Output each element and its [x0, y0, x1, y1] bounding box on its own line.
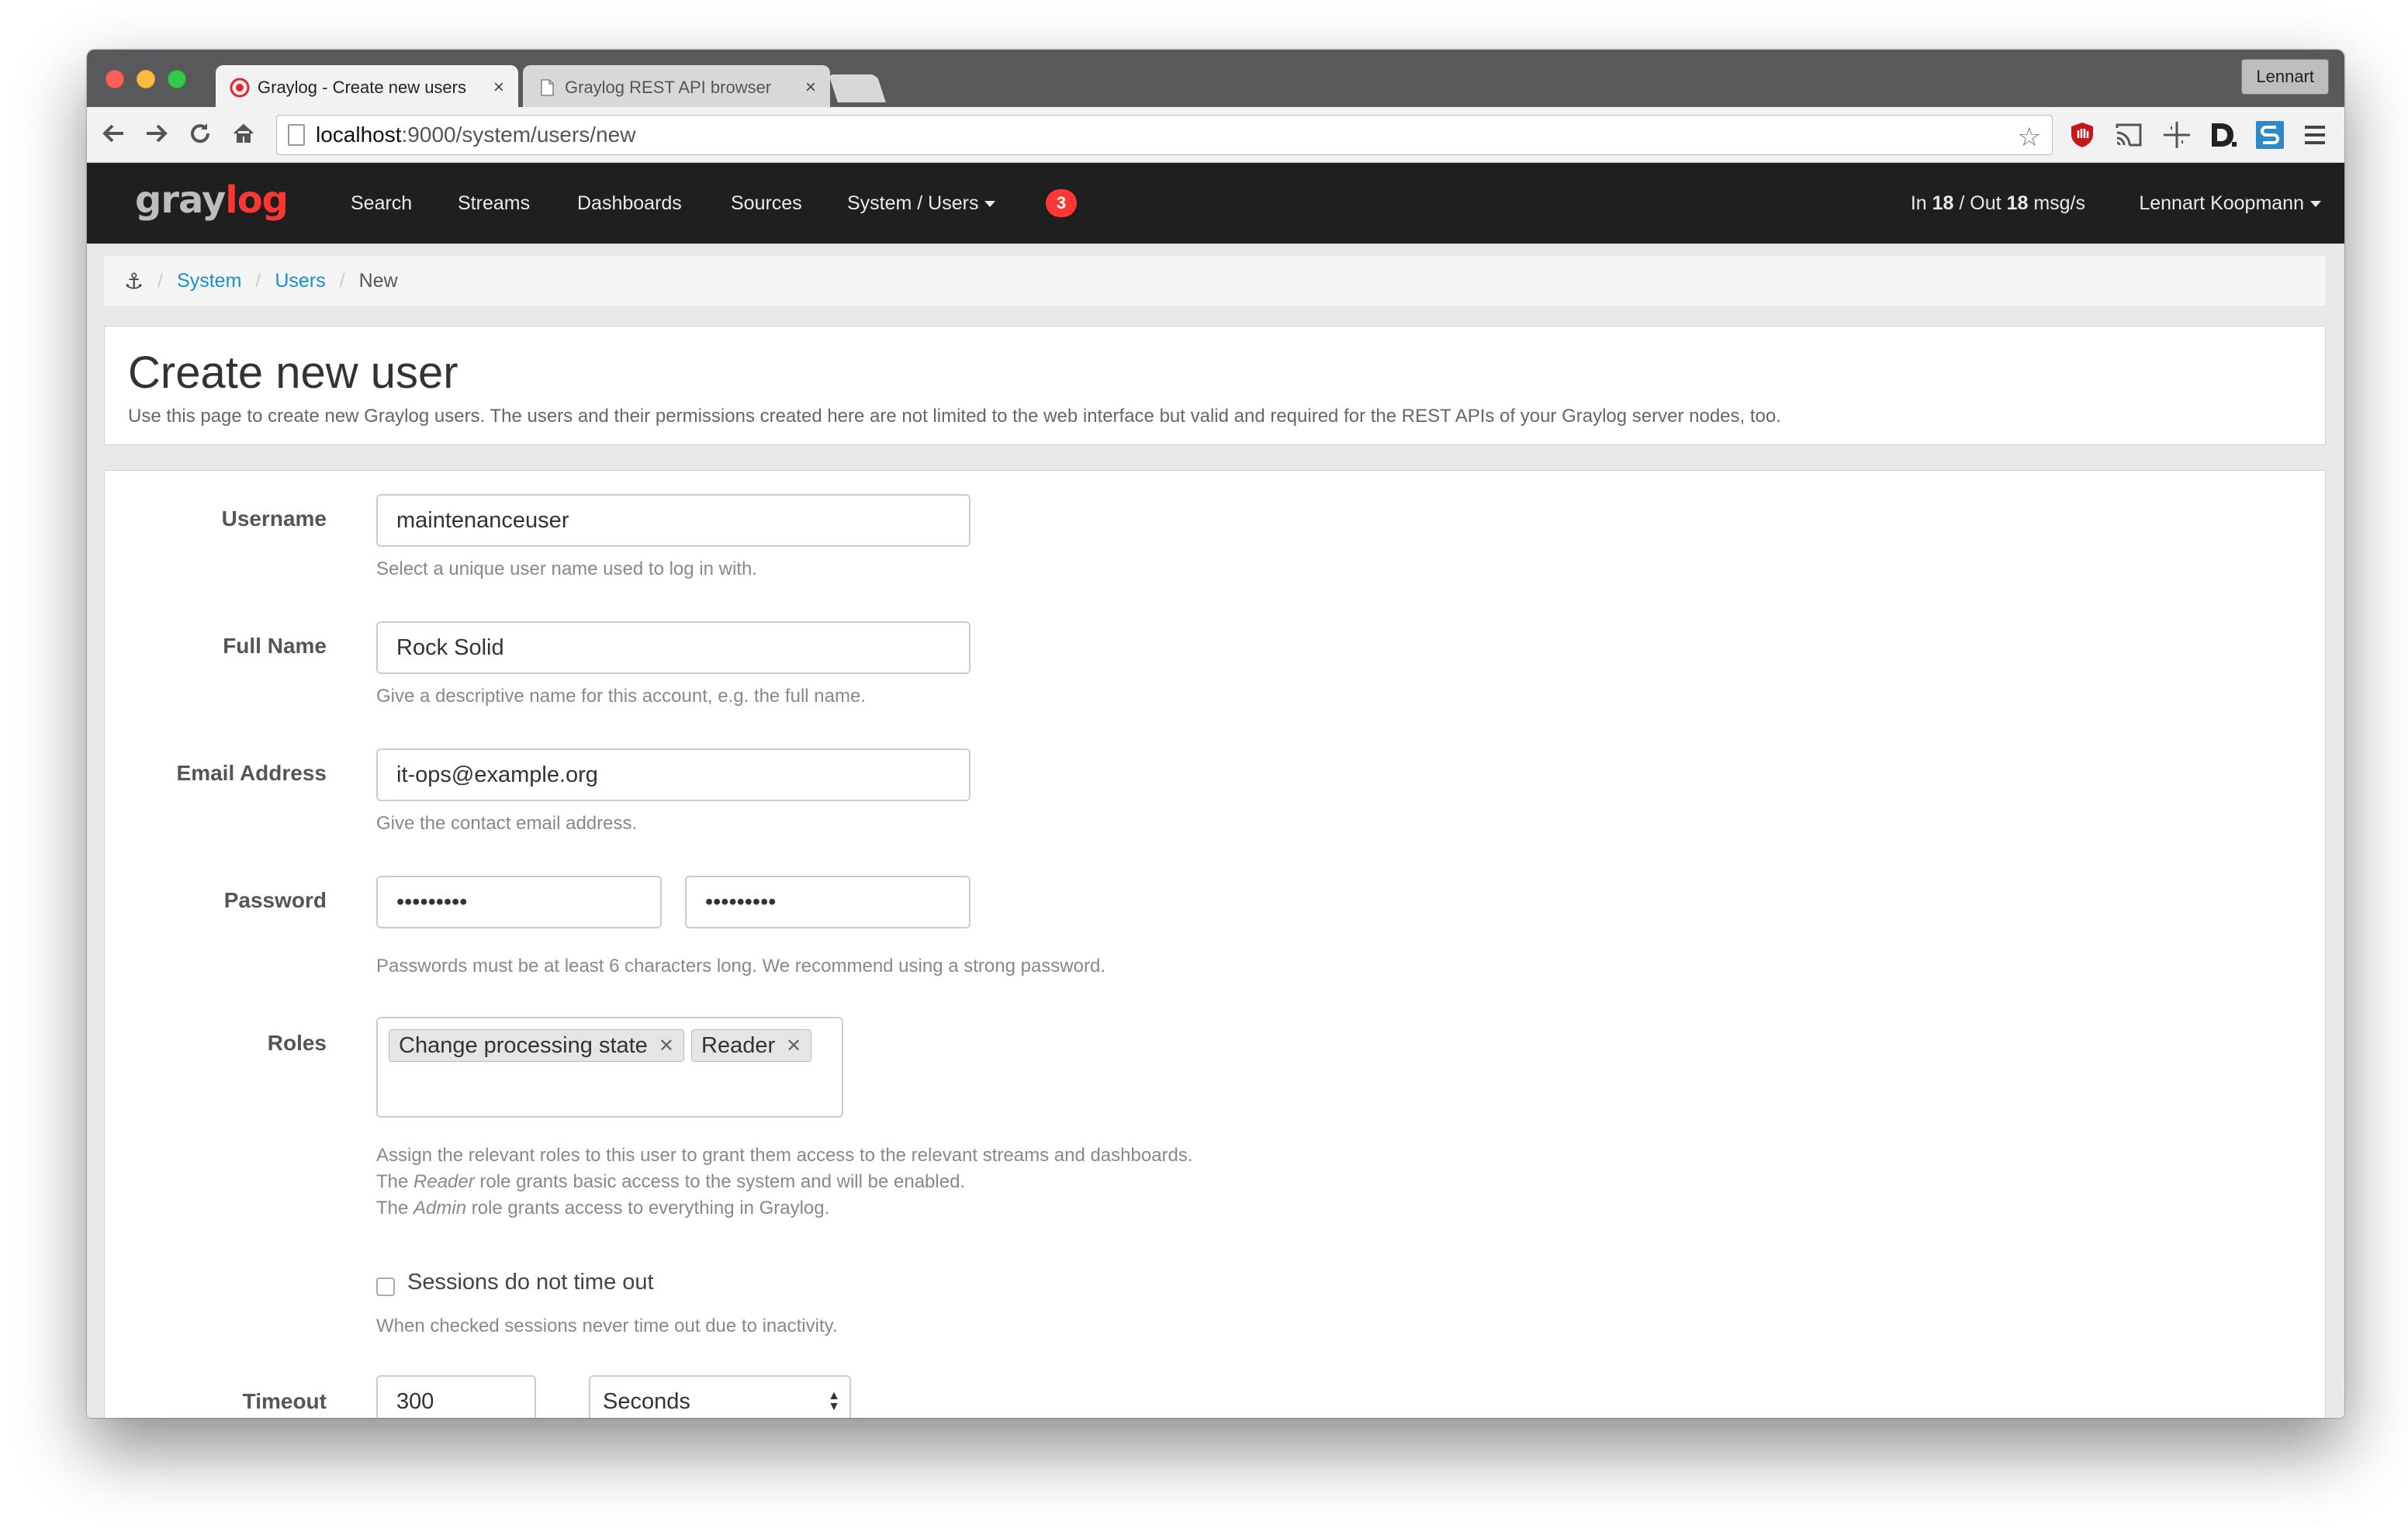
- tab-title: Graylog REST API browser: [565, 78, 772, 97]
- breadcrumb: ⚓ / System / Users / New: [104, 256, 2326, 306]
- breadcrumb-current: New: [358, 269, 398, 292]
- full-name-label: Full Name: [223, 634, 327, 658]
- roles-help: Assign the relevant roles to this user t…: [376, 1145, 1193, 1219]
- timeout-label: Timeout: [242, 1389, 327, 1413]
- nav-search[interactable]: Search: [351, 192, 412, 215]
- browser-window: Graylog - Create new users × Graylog RES…: [87, 50, 2344, 1418]
- remove-tag-icon[interactable]: ✕: [659, 1035, 674, 1057]
- tab-graylog-create-user[interactable]: Graylog - Create new users ×: [216, 65, 518, 110]
- username-label: Username: [221, 506, 327, 531]
- caret-down-icon: [984, 201, 996, 208]
- url-text: localhost:9000/system/users/new: [316, 123, 636, 147]
- tab-title: Graylog - Create new users: [258, 78, 466, 97]
- close-tab-icon[interactable]: ×: [805, 77, 816, 99]
- breadcrumb-system[interactable]: System: [177, 270, 241, 292]
- page-icon: [288, 124, 305, 146]
- forward-arrow-icon: [147, 124, 168, 143]
- graylog-navbar: graylog Search Streams Dashboards Source…: [87, 163, 2344, 244]
- home-button[interactable]: [228, 118, 259, 149]
- graylog-logo[interactable]: graylog: [135, 178, 289, 222]
- timeout-unit-select[interactable]: Seconds ▲ ▼: [589, 1375, 851, 1418]
- password-help: Passwords must be at least 6 characters …: [376, 956, 1105, 977]
- throughput-indicator: In 18 / Out 18 msg/s: [1910, 192, 2085, 214]
- password-input[interactable]: •••••••••: [376, 876, 662, 928]
- maximize-window-button[interactable]: [168, 70, 186, 88]
- profile-button[interactable]: Lennart: [2241, 59, 2329, 95]
- roles-label: Roles: [267, 1031, 327, 1055]
- password-label: Password: [223, 888, 327, 912]
- close-tab-icon[interactable]: ×: [493, 77, 504, 99]
- back-arrow-icon: [102, 124, 123, 143]
- d-extension-icon[interactable]: [2208, 119, 2239, 150]
- nav-sources[interactable]: Sources: [731, 192, 802, 215]
- s-extension-icon[interactable]: [2254, 119, 2285, 150]
- roles-input[interactable]: Change processing state ✕ Reader ✕: [376, 1017, 843, 1118]
- timeout-value-input[interactable]: 300: [376, 1375, 536, 1418]
- document-icon: [541, 79, 554, 96]
- sessions-help: When checked sessions never time out due…: [376, 1315, 838, 1336]
- reload-button[interactable]: [185, 118, 216, 149]
- page-content: ⚓ / System / Users / New Create new user…: [87, 244, 2344, 1418]
- sessions-timeout-checkbox[interactable]: [376, 1277, 395, 1296]
- email-input[interactable]: it-ops@example.org: [376, 748, 970, 801]
- notification-badge[interactable]: 3: [1046, 189, 1077, 217]
- menu-icon[interactable]: [2299, 119, 2330, 150]
- page-header: Create new user Use this page to create …: [104, 326, 2326, 445]
- nav-streams[interactable]: Streams: [458, 192, 530, 215]
- crosshair-extension-icon[interactable]: [2161, 119, 2192, 150]
- breadcrumb-users[interactable]: Users: [275, 270, 325, 292]
- bookmark-star-icon[interactable]: ☆: [2018, 122, 2041, 153]
- home-icon: [234, 123, 254, 143]
- password-confirm-input[interactable]: •••••••••: [685, 876, 970, 928]
- address-bar[interactable]: localhost:9000/system/users/new ☆: [276, 115, 2053, 155]
- email-help: Give the contact email address.: [376, 813, 638, 834]
- new-tab-button[interactable]: [829, 74, 886, 102]
- browser-toolbar: localhost:9000/system/users/new ☆: [87, 107, 2344, 163]
- sessions-timeout-label[interactable]: Sessions do not time out: [407, 1270, 654, 1295]
- role-tag: Change processing state ✕: [389, 1029, 684, 1062]
- tab-strip: Graylog - Create new users × Graylog RES…: [87, 50, 2344, 110]
- tab-graylog-rest-api[interactable]: Graylog REST API browser ×: [523, 65, 830, 110]
- create-user-form: Username maintenanceuser Select a unique…: [104, 470, 2326, 1418]
- nav-dashboards[interactable]: Dashboards: [577, 192, 682, 215]
- user-menu[interactable]: Lennart Koopmann: [2139, 192, 2321, 215]
- reload-icon: [191, 123, 210, 143]
- full-name-input[interactable]: Rock Solid: [376, 621, 970, 674]
- graylog-favicon-icon: [230, 78, 250, 98]
- forward-button[interactable]: [141, 118, 172, 149]
- username-input[interactable]: maintenanceuser: [376, 494, 970, 547]
- select-arrows-icon: ▲ ▼: [828, 1389, 840, 1413]
- full-name-help: Give a descriptive name for this account…: [376, 686, 866, 707]
- minimize-window-button[interactable]: [137, 70, 155, 88]
- close-window-button[interactable]: [106, 70, 124, 88]
- username-help: Select a unique user name used to log in…: [376, 558, 757, 579]
- caret-down-icon: [2310, 201, 2321, 208]
- remove-tag-icon[interactable]: ✕: [786, 1035, 801, 1057]
- page-title: Create new user: [128, 347, 458, 398]
- page-description: Use this page to create new Graylog user…: [128, 406, 1781, 427]
- email-label: Email Address: [176, 761, 327, 785]
- anchor-icon[interactable]: ⚓: [124, 268, 144, 294]
- ublock-extension-icon[interactable]: [2067, 119, 2098, 150]
- cast-icon[interactable]: [2113, 119, 2144, 150]
- role-tag: Reader ✕: [691, 1029, 812, 1062]
- back-button[interactable]: [98, 118, 129, 149]
- nav-system-users[interactable]: System / Users: [847, 192, 996, 215]
